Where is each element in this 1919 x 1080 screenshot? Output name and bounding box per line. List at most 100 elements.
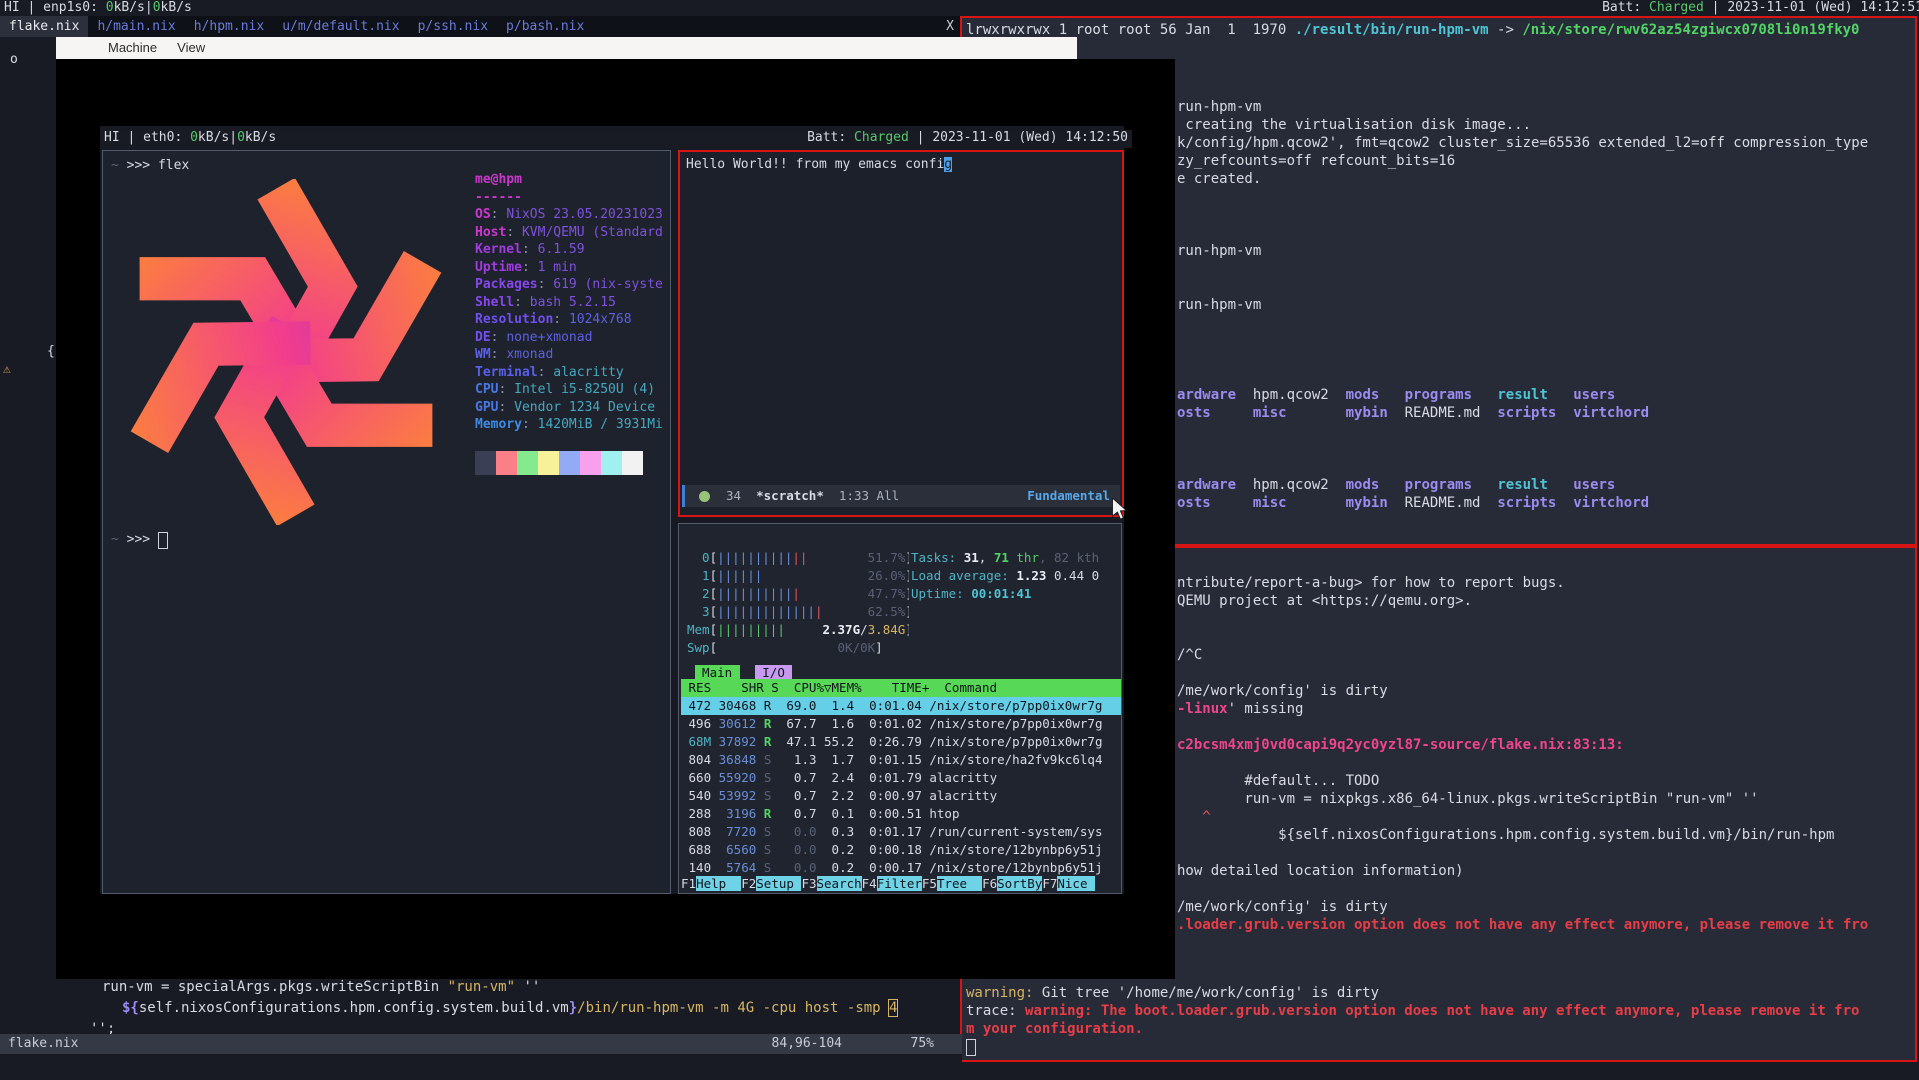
terminal-line: CPU: Intel i5-8250U (4)	[475, 381, 669, 399]
text-segment	[1548, 477, 1573, 493]
text-segment: README.md	[1388, 495, 1498, 511]
terminal-line: ardware hpm.qcow2 mods programs result u…	[1177, 476, 1909, 494]
text-segment: ]	[905, 550, 909, 565]
text-segment: :	[553, 312, 569, 327]
tab-hpm-nix[interactable]: h/hpm.nix	[185, 16, 273, 37]
text-segment	[1472, 477, 1497, 493]
htop-process-row[interactable]: 808 7720 S 0.0 0.3 0:01.17 /run/current-…	[681, 823, 1121, 841]
text-segment: >>>	[119, 158, 158, 173]
tab-close-icon[interactable]: X	[938, 16, 962, 37]
text-segment: Search	[817, 876, 862, 891]
terminal-line: Uptime: 1 min	[475, 259, 669, 277]
text-segment: /bin/run-hpm-vm -m 4G -cpu host -smp	[577, 1000, 889, 1016]
terminal-line: 0[|||||||||||| 51.7%]	[687, 549, 909, 567]
vm-htop-window[interactable]: 0[|||||||||||| 51.7%] 1[|||||| 26.0%] 2[…	[678, 523, 1122, 894]
text-segment: misc	[1253, 405, 1287, 421]
terminal-line: osts misc mybin README.md scripts virtch…	[1177, 404, 1909, 422]
terminal-line: /me/work/config' is dirty	[1177, 682, 1909, 700]
palette-swatch	[559, 451, 580, 475]
modeline-position: 1:33 All	[839, 487, 899, 505]
text-segment: Mem	[687, 622, 710, 637]
terminal-line: e created.	[1177, 170, 1909, 188]
terminal-line: m your configuration.	[966, 1020, 1911, 1038]
htop-process-row[interactable]: 496 30612 R 67.7 1.6 0:01.02 /nix/store/…	[681, 715, 1121, 733]
tab-ssh-nix[interactable]: p/ssh.nix	[409, 16, 497, 37]
text-segment: Packages	[475, 277, 538, 292]
text-segment: trace:	[966, 1003, 1025, 1019]
text-segment: Charged	[854, 130, 909, 145]
text-segment: mybin	[1346, 405, 1388, 421]
htop-process-row[interactable]: 660 55920 S 0.7 2.4 0:01.79 alacritty	[681, 769, 1121, 787]
vm-emacs-window[interactable]: Hello World!! from my emacs config 34 *s…	[678, 150, 1124, 517]
text-segment: |||||||||||||	[717, 604, 815, 619]
text-segment	[1287, 405, 1346, 421]
text-segment: Shell	[475, 295, 514, 310]
text-segment: ' missing	[1228, 701, 1304, 717]
tab-default-nix[interactable]: u/m/default.nix	[273, 16, 408, 37]
htop-process-row[interactable]: 68M 37892 R 47.1 55.2 0:26.79 /nix/store…	[681, 733, 1121, 751]
tab-flake-nix[interactable]: flake.nix	[0, 16, 88, 37]
text-segment: :	[491, 330, 507, 345]
terminal-line: osts misc mybin README.md scripts virtch…	[1177, 494, 1909, 512]
text-segment	[771, 842, 786, 857]
text-segment: WM	[475, 347, 491, 362]
text-segment: scripts	[1497, 405, 1556, 421]
htop-process-row[interactable]: 288 3196 R 0.7 0.1 0:00.51 htop	[681, 805, 1121, 823]
vm-display[interactable]: HI | eth0: 0kB/s|0kB/s Batt: Charged | 2…	[100, 126, 1124, 894]
terminal-line: -linux' missing	[1177, 700, 1909, 718]
text-segment: 0.0	[786, 824, 816, 839]
text-segment: ''	[515, 979, 540, 995]
text-segment: 71	[994, 550, 1009, 565]
text-segment: Memory	[475, 417, 522, 432]
text-segment: 0	[153, 0, 161, 15]
text-segment: [	[710, 622, 718, 637]
htop-function-key-bar[interactable]: F1Help F2Setup F3SearchF4FilterF5Tree F6…	[681, 875, 1121, 893]
desktop-root: HI | enp1s0: 0kB/s|0kB/s Batt: Charged |…	[0, 0, 1919, 1080]
text-segment: ~	[111, 532, 119, 547]
terminal-line: OS: NixOS 23.05.20231023	[475, 206, 669, 224]
text-segment: ^	[1177, 809, 1211, 825]
emacs-tab-bar: flake.nix h/main.nix h/hpm.nix u/m/defau…	[0, 16, 962, 37]
terminal-line: run-hpm-vm	[1177, 242, 1909, 260]
htop-process-row[interactable]: 688 6560 S 0.0 0.2 0:00.18 /nix/store/12…	[681, 841, 1121, 859]
xmobar-vm-left: HI | eth0: 0kB/s|0kB/s	[104, 130, 276, 148]
text-segment: 0	[687, 550, 710, 565]
terminal-line	[1177, 278, 1909, 296]
text-segment: k/config/hpm.qcow2', fmt=qcow2 cluster_s…	[1177, 135, 1868, 151]
text-segment: Nice	[1057, 876, 1087, 891]
palette-swatch	[622, 451, 643, 475]
terminal-line: F1Help F2Setup F3SearchF4FilterF5Tree F6…	[681, 875, 1121, 893]
terminal-line: 1[|||||| 26.0%]	[687, 567, 909, 585]
vm-terminal-window[interactable]: ~ >>> flex	[102, 150, 671, 894]
tab-bash-nix[interactable]: p/bash.nix	[497, 16, 593, 37]
text-segment	[771, 824, 786, 839]
terminal-output: ntribute/report-a-bug> for how to report…	[1177, 556, 1909, 934]
text-segment: users	[1573, 477, 1615, 493]
terminal-line: run-hpm-vm	[1177, 98, 1909, 116]
xmobar-vm-bar: HI | eth0: 0kB/s|0kB/s Batt: Charged | 2…	[100, 130, 1132, 148]
text-segment: 67.7 1.6 0:01.02 /nix/store/p7pp0ix0wr7g	[771, 716, 1102, 731]
htop-table-header[interactable]: RES SHR S CPU%▽MEM% TIME+ Command	[681, 679, 1121, 697]
menu-machine[interactable]: Machine	[108, 37, 157, 59]
text-segment: 68M	[681, 734, 711, 749]
text-segment: 3196	[726, 806, 756, 821]
xmobar-vm-right: Batt: Charged | 2023-11-01 (Wed) 14:12:5…	[807, 130, 1128, 148]
text-segment	[158, 532, 168, 549]
text-segment: 47.1 55.2 0:26.79 /nix/store/p7pp0ix0wr7…	[771, 734, 1102, 749]
menu-view[interactable]: View	[177, 37, 205, 59]
qemu-window[interactable]: Machine View HI | eth0: 0kB/s|0kB/s Batt…	[56, 37, 1175, 979]
text-segment: run-vm = specialArgs.pkgs.writeScriptBin	[102, 979, 448, 995]
text-segment: 6.1.59	[538, 242, 585, 257]
terminal-line	[1177, 368, 1909, 386]
tab-main-nix[interactable]: h/main.nix	[88, 16, 184, 37]
htop-process-row[interactable]: 540 53992 S 0.7 2.2 0:00.97 alacritty	[681, 787, 1121, 805]
text-segment: Charged	[1649, 0, 1704, 15]
text-segment: F7	[1042, 876, 1057, 891]
text-segment: run-vm = nixpkgs.x86_64-linux.pkgs.write…	[1177, 791, 1759, 807]
text-segment: Load average:	[911, 568, 1016, 583]
text-segment: users	[1573, 387, 1615, 403]
text-segment: 0K/0K	[717, 640, 875, 655]
text-segment: mods	[1346, 477, 1380, 493]
htop-process-row[interactable]: 804 36848 S 1.3 1.7 0:01.15 /nix/store/h…	[681, 751, 1121, 769]
htop-process-row[interactable]: 472 30468 R 69.0 1.4 0:01.04 /nix/store/…	[681, 697, 1121, 715]
